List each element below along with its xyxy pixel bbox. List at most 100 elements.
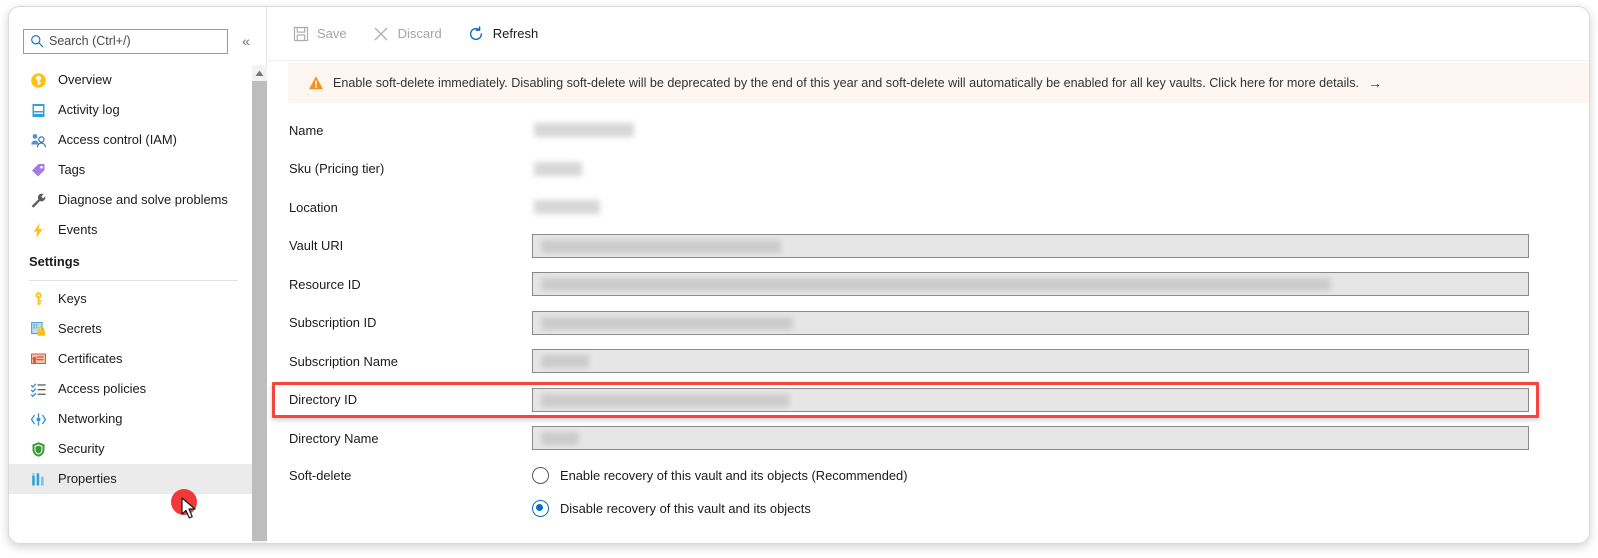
command-toolbar: Save Discard Refresh [268, 7, 1589, 61]
refresh-label: Refresh [492, 26, 539, 41]
form-row-sku: Sku (Pricing tier) [268, 150, 1589, 189]
radio-circle-checked-icon[interactable] [532, 500, 549, 517]
sidebar-item-access-control[interactable]: Access control (IAM) [9, 125, 252, 155]
field-value-redacted [541, 393, 789, 407]
warning-banner-text: Enable soft-delete immediately. Disablin… [333, 76, 1359, 90]
sidebar-item-label: Certificates [58, 350, 123, 366]
refresh-button[interactable]: Refresh [468, 25, 539, 42]
save-disk-icon [292, 25, 309, 42]
networking-icon [29, 410, 47, 428]
subscription-name-input[interactable] [532, 349, 1529, 374]
key-circle-icon [29, 71, 47, 89]
key-icon [29, 290, 47, 308]
form-row-location: Location [268, 188, 1589, 227]
radio-circle-icon[interactable] [532, 467, 549, 484]
sidebar-item-properties[interactable]: Properties [9, 464, 252, 494]
window-content: « Overview [9, 7, 1589, 543]
sidebar-search-row: « [23, 28, 257, 54]
search-icon [30, 34, 44, 48]
directory-id-input[interactable] [532, 387, 1529, 412]
vault-uri-input[interactable] [532, 233, 1529, 258]
discard-button[interactable]: Discard [373, 25, 442, 42]
properties-form: Name Sku (Pricing tier) Location Vault U… [268, 111, 1589, 543]
sidebar-item-access-policies[interactable]: Access policies [9, 374, 252, 404]
form-row-directory-name: Directory Name [268, 419, 1589, 458]
field-label: Directory ID [289, 392, 358, 408]
resource-id-input[interactable] [532, 272, 1529, 297]
field-value-redacted [541, 278, 1331, 292]
soft-delete-option-enable[interactable]: Enable recovery of this vault and its ob… [532, 467, 908, 484]
form-row-vault-uri: Vault URI [268, 227, 1589, 266]
form-row-name: Name [268, 111, 1589, 150]
sidebar-item-events[interactable]: Events [9, 215, 252, 245]
sidebar-item-label: Access control (IAM) [58, 131, 177, 147]
radio-label: Enable recovery of this vault and its ob… [560, 468, 908, 483]
form-row-resource-id: Resource ID [268, 265, 1589, 304]
field-label: Name [289, 122, 324, 138]
sidebar-item-activity-log[interactable]: Activity log [9, 95, 252, 125]
lightning-bolt-icon [29, 221, 47, 239]
subscription-id-input[interactable] [532, 310, 1529, 335]
field-value-redacted [541, 239, 781, 253]
sidebar-item-diagnose[interactable]: Diagnose and solve problems [9, 185, 252, 215]
scrollbar-thumb[interactable] [252, 81, 267, 541]
form-row-subscription-name: Subscription Name [268, 342, 1589, 381]
sidebar-item-overview[interactable]: Overview [9, 65, 252, 95]
sidebar-item-label: Properties [58, 470, 117, 486]
save-button[interactable]: Save [292, 25, 347, 42]
sidebar-item-label: Diagnose and solve problems [58, 191, 228, 207]
sidebar-item-label: Overview [58, 71, 112, 87]
sidebar-item-label: Secrets [58, 320, 102, 336]
form-row-directory-id: Directory ID [268, 381, 1589, 420]
field-label: Sku (Pricing tier) [289, 161, 385, 177]
search-box[interactable] [23, 28, 228, 54]
browser-window-frame: « Overview [8, 6, 1590, 544]
soft-delete-option-disable[interactable]: Disable recovery of this vault and its o… [532, 500, 811, 517]
sidebar-section-settings: Settings [29, 254, 80, 269]
refresh-icon [468, 25, 485, 42]
certificate-icon [29, 350, 47, 368]
wrench-icon [29, 191, 47, 209]
field-value-redacted [534, 123, 634, 138]
arrow-right-icon: → [1368, 75, 1382, 91]
sidebar-item-tags[interactable]: Tags [9, 155, 252, 185]
chevron-up-icon[interactable] [252, 65, 267, 81]
sidebar-divider [29, 280, 238, 281]
activity-log-icon [29, 101, 47, 119]
shield-icon [29, 440, 47, 458]
collapse-sidebar-button[interactable]: « [236, 30, 256, 52]
sidebar-item-label: Keys [58, 290, 87, 306]
field-label: Vault URI [289, 238, 344, 254]
field-label: Resource ID [289, 276, 361, 292]
secret-lock-icon [29, 320, 47, 338]
field-value-redacted [534, 200, 600, 215]
sidebar-item-networking[interactable]: Networking [9, 404, 252, 434]
main-content: Save Discard Refresh Enable soft-delete … [268, 7, 1589, 543]
sidebar-item-keys[interactable]: Keys [9, 284, 252, 314]
field-value-redacted [541, 316, 793, 330]
search-input[interactable] [49, 34, 221, 48]
field-value-redacted [541, 432, 579, 446]
field-label: Subscription Name [289, 353, 398, 369]
soft-delete-warning-banner[interactable]: Enable soft-delete immediately. Disablin… [288, 63, 1589, 103]
close-x-icon [373, 25, 390, 42]
field-value-redacted [541, 355, 589, 369]
sidebar-item-label: Networking [58, 410, 123, 426]
sidebar-item-secrets[interactable]: Secrets [9, 314, 252, 344]
sidebar-item-label: Events [58, 221, 98, 237]
access-control-icon [29, 131, 47, 149]
sidebar-scrollbar[interactable] [252, 65, 267, 543]
form-row-subscription-id: Subscription ID [268, 304, 1589, 343]
field-label: Directory Name [289, 430, 379, 446]
sidebar-item-certificates[interactable]: Certificates [9, 344, 252, 374]
left-sidebar: « Overview [9, 7, 267, 543]
warning-triangle-icon [308, 75, 324, 91]
sidebar-item-security[interactable]: Security [9, 434, 252, 464]
field-label: Location [289, 199, 338, 215]
field-label: Soft-delete [289, 468, 352, 483]
form-row-soft-delete: Soft-delete Enable recovery of this vaul… [268, 458, 1589, 494]
save-label: Save [317, 26, 347, 41]
sidebar-item-label: Access policies [58, 380, 147, 396]
discard-label: Discard [397, 26, 442, 41]
directory-name-input[interactable] [532, 426, 1529, 451]
